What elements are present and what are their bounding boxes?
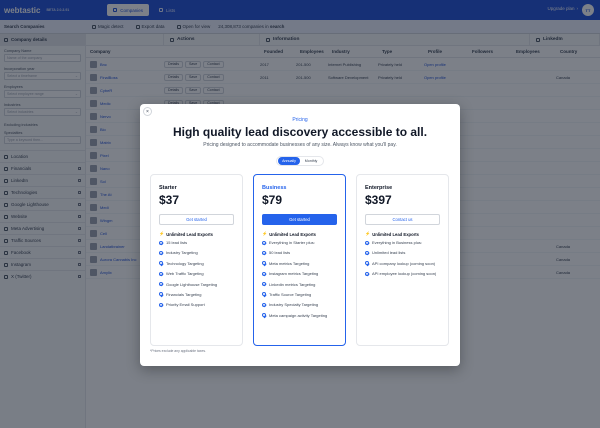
- feature-head: ⚡ Unlimited Lead Exports: [159, 231, 234, 237]
- feature-item: Google Lighthouse Targeting: [159, 282, 234, 287]
- plan-price: $79: [262, 193, 283, 207]
- feature-item: Industry Targeting: [159, 250, 234, 255]
- check-icon: [365, 250, 369, 255]
- check-icon: [365, 261, 369, 266]
- check-icon: [262, 292, 266, 297]
- contact-us-button[interactable]: Contact us: [365, 214, 440, 225]
- feature-list: Everything in Business plus: Unlimited le…: [365, 240, 440, 277]
- feature-item: Industry Specialty Targeting: [262, 302, 337, 307]
- plan-name: Enterprise: [365, 185, 393, 191]
- feature-label: Industry Specialty Targeting: [269, 302, 319, 308]
- feature-item: Meta metrics Targeting: [262, 261, 337, 266]
- check-icon: [262, 240, 266, 245]
- close-button[interactable]: ×: [143, 107, 152, 116]
- feature-list: Everything in Starter plus: 50 lead lists…: [262, 240, 337, 318]
- feature-label: Technology Targeting: [166, 260, 204, 266]
- feature-label: Everything in Business plus:: [372, 240, 423, 245]
- plan-card-enterprise: Enterprise $397 Contact us ⚡ Unlimited Le…: [356, 174, 449, 346]
- plan-name: Business: [262, 185, 287, 191]
- feature-label: Google Lighthouse Targeting: [166, 281, 218, 287]
- feature-list: 15 lead lists Industry Targeting Technolog…: [159, 240, 234, 308]
- feature-item: Financials Targeting: [159, 292, 234, 297]
- check-icon: [262, 250, 266, 255]
- check-icon: [262, 282, 266, 287]
- check-icon: [159, 250, 163, 255]
- check-icon: [159, 282, 163, 287]
- pricing-modal: × Pricing High quality lead discovery ac…: [140, 104, 460, 366]
- bolt-icon: ⚡: [365, 231, 371, 236]
- check-icon: [262, 261, 266, 266]
- pricing-eyebrow: Pricing: [292, 117, 308, 123]
- bolt-icon: ⚡: [262, 231, 268, 236]
- pricing-subtitle: Pricing designed to accommodate business…: [203, 142, 397, 148]
- feature-item: 50 lead lists: [262, 250, 337, 255]
- close-icon: ×: [146, 108, 149, 115]
- check-icon: [365, 271, 369, 276]
- check-icon: [262, 313, 266, 318]
- billing-option-annually[interactable]: Annually: [278, 157, 300, 165]
- feature-item: Everything in Starter plus:: [262, 240, 337, 245]
- check-icon: [159, 271, 163, 276]
- billing-toggle: Annually Monthly: [276, 156, 324, 166]
- feature-item: Technology Targeting: [159, 261, 234, 266]
- feature-head-label: Unlimited Lead Exports: [372, 231, 419, 237]
- feature-head-label: Unlimited Lead Exports: [166, 231, 213, 237]
- feature-head: ⚡ Unlimited Lead Exports: [262, 231, 337, 237]
- pricing-title: High quality lead discovery accessible t…: [172, 125, 428, 139]
- feature-label: API company lookup (coming soon): [372, 260, 436, 266]
- feature-label: Instagram metrics Targeting: [269, 271, 319, 277]
- feature-item: Instagram metrics Targeting: [262, 271, 337, 276]
- check-icon: [365, 240, 369, 245]
- plan-price: $37: [159, 193, 180, 207]
- feature-label: Meta metrics Targeting: [269, 260, 310, 266]
- feature-label: Web Traffic Targeting: [166, 271, 204, 277]
- feature-item: API company lookup (coming soon): [365, 261, 440, 266]
- feature-label: Financials Targeting: [166, 291, 202, 297]
- feature-label: Everything in Starter plus:: [269, 240, 315, 245]
- check-icon: [159, 261, 163, 266]
- feature-label: API employee lookup (coming soon): [372, 271, 437, 277]
- feature-item: Linkedin metrics Targeting: [262, 282, 337, 287]
- pricing-footnote: *Prices exclude any applicable taxes.: [150, 349, 206, 353]
- feature-label: Industry Targeting: [166, 250, 198, 256]
- bolt-icon: ⚡: [159, 231, 165, 236]
- feature-label: Traffic Source Targeting: [269, 291, 312, 297]
- feature-head-label: Unlimited Lead Exports: [269, 231, 316, 237]
- feature-label: Meta campaign activity Targeting: [269, 312, 328, 318]
- check-icon: [159, 292, 163, 297]
- check-icon: [262, 302, 266, 307]
- plan-card-starter: Starter $37 Get started ⚡ Unlimited Lead …: [150, 174, 243, 346]
- check-icon: [159, 302, 163, 307]
- plan-name: Starter: [159, 185, 177, 191]
- feature-item: API employee lookup (coming soon): [365, 271, 440, 276]
- feature-label: Priority Email Support: [166, 302, 205, 308]
- plan-card-business: Business $79 Get started ⚡ Unlimited Lead…: [253, 174, 346, 346]
- feature-item: Unlimited lead lists: [365, 250, 440, 255]
- get-started-button[interactable]: Get started: [262, 214, 337, 225]
- feature-label: 15 lead lists: [166, 240, 188, 245]
- feature-label: Linkedin metrics Targeting: [269, 281, 316, 287]
- get-started-button[interactable]: Get started: [159, 214, 234, 225]
- feature-label: 50 lead lists: [269, 250, 291, 256]
- feature-item: Traffic Source Targeting: [262, 292, 337, 297]
- plan-price: $397: [365, 193, 392, 207]
- feature-item: Web Traffic Targeting: [159, 271, 234, 276]
- check-icon: [159, 240, 163, 245]
- feature-head: ⚡ Unlimited Lead Exports: [365, 231, 440, 237]
- feature-item: Meta campaign activity Targeting: [262, 313, 337, 318]
- feature-item: Everything in Business plus:: [365, 240, 440, 245]
- feature-item: Priority Email Support: [159, 302, 234, 307]
- feature-item: 15 lead lists: [159, 240, 234, 245]
- feature-label: Unlimited lead lists: [372, 250, 406, 256]
- billing-option-monthly[interactable]: Monthly: [300, 157, 322, 165]
- check-icon: [262, 271, 266, 276]
